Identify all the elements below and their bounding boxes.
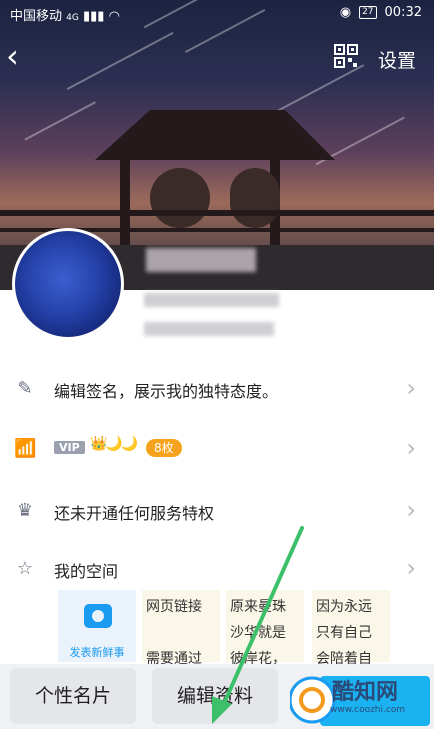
vip-row[interactable]: 📶 VIP 👑🌙🌙 8枚 › [0,428,434,468]
post-new-label: 发表新鲜事 [69,646,125,659]
back-arrow-icon[interactable]: ‹ [6,40,19,72]
chevron-right-icon: › [406,434,416,462]
level-chart-icon: 📶 [14,438,37,459]
chevron-right-icon: › [406,496,416,524]
camera-icon [84,604,112,628]
space-post-preview[interactable]: 因为永远 只有自己 会陪着自 [312,590,390,667]
watermark-name: 酷知网 [332,680,399,705]
chevron-right-icon: › [406,374,416,402]
signature-row[interactable]: ✎ 编辑签名，展示我的独特态度。 › [0,368,434,408]
pencil-icon: ✎ [17,378,33,399]
avatar[interactable] [12,228,124,340]
nickname-redacted [146,248,256,272]
space-post-preview[interactable]: 原来曼珠 沙华就是 彼岸花， [226,590,304,667]
eye-icon: ◉ [339,5,352,20]
qr-code-icon[interactable] [334,44,358,68]
watermark-url: www.coozhi.com [330,705,406,715]
star-icon: ☆ [16,558,34,579]
level-crown-icon: 👑🌙🌙 [90,436,138,452]
account-info-redacted [144,293,279,307]
my-space-label: 我的空间 [54,562,119,581]
my-space-row[interactable]: ☆ 我的空间 › [0,548,434,588]
top-nav: ‹ 设置 [0,38,434,78]
chevron-right-icon: › [406,554,416,582]
carrier-name: 中国移动 [10,9,63,24]
vip-badge: VIP [54,441,85,454]
privilege-row[interactable]: ♛ 还未开通任何服务特权 › [0,490,434,530]
post-new-button[interactable]: 发表新鲜事 [58,590,136,662]
wifi-icon: ◠ [108,9,120,24]
location-info-redacted [144,322,274,336]
network-type: 4G [66,13,79,23]
signature-label: 编辑签名，展示我的独特态度。 [54,382,279,401]
battery-icon: 27 [359,6,377,19]
space-post-preview[interactable]: 网页链接 需要通过 [142,590,220,667]
crown-icon: ♛ [16,500,34,521]
medal-count-badge: 8枚 [146,439,182,457]
clock: 00:32 [384,5,422,20]
edit-profile-button[interactable]: 编辑资料 [152,668,278,724]
signal-icon: ▮▮▮ [83,9,105,24]
settings-button[interactable]: 设置 [378,46,416,73]
status-bar: 中国移动 4G ▮▮▮ ◠ ◉ 27 00:32 [0,0,434,26]
profile-card-button[interactable]: 个性名片 [10,668,136,724]
privilege-label: 还未开通任何服务特权 [54,504,215,523]
